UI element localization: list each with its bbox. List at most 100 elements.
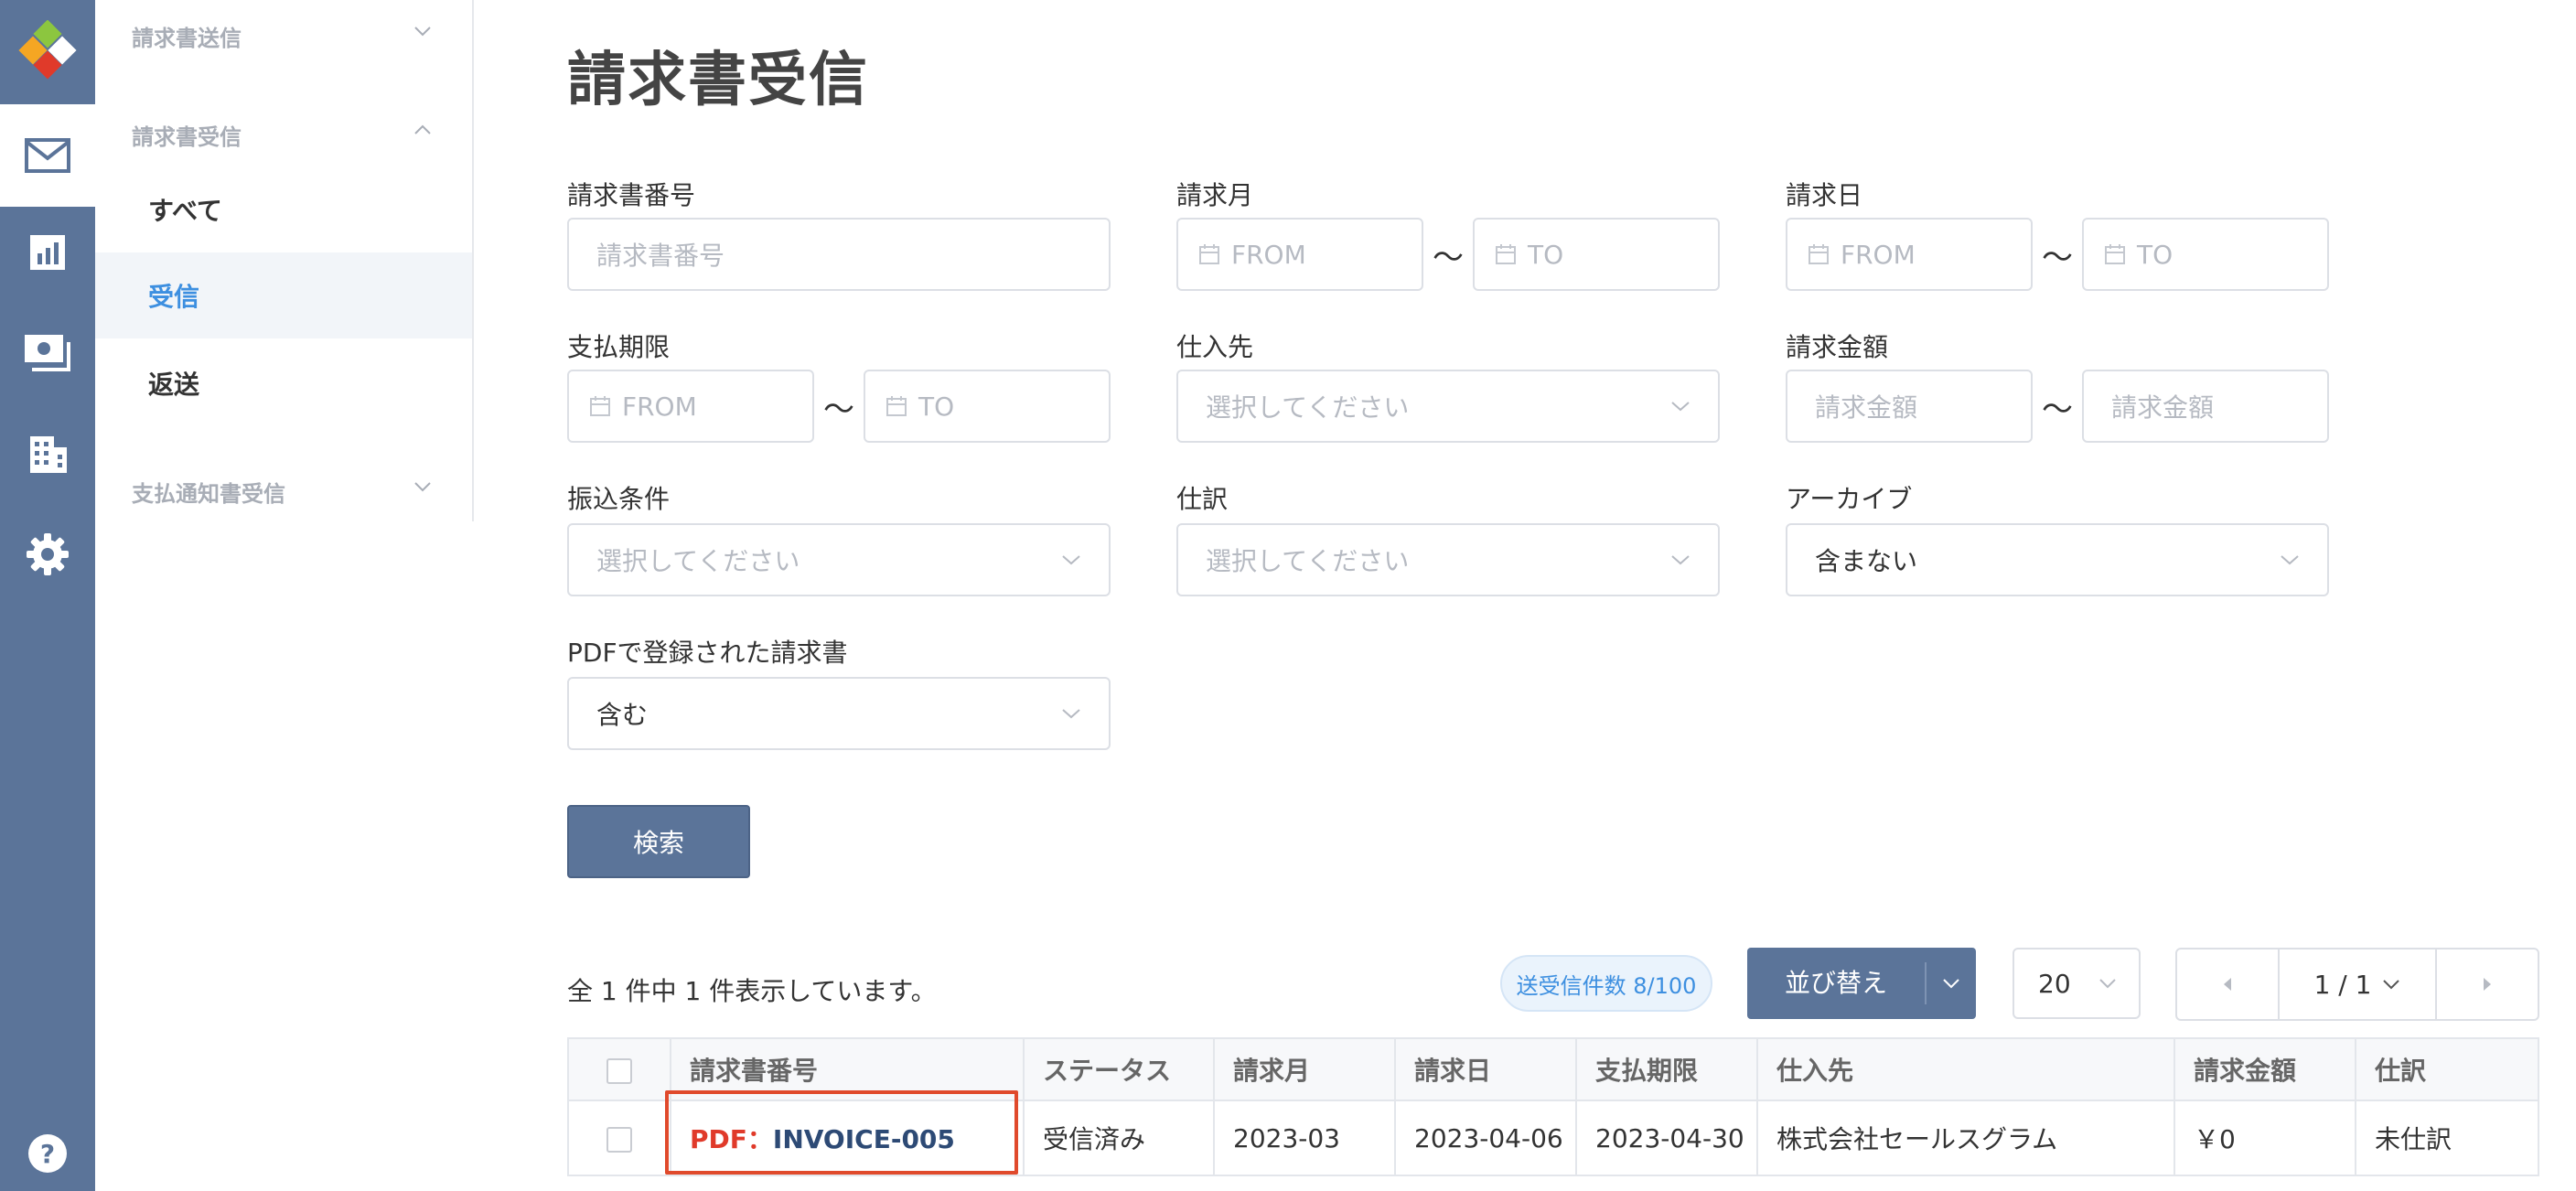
rail-payments[interactable]	[0, 307, 95, 399]
col-amount[interactable]: 請求金額	[2174, 1037, 2356, 1101]
chevron-down-icon	[1671, 402, 1690, 412]
col-supplier[interactable]: 仕入先	[1756, 1037, 2175, 1101]
rail-help[interactable]: ?	[0, 1116, 95, 1191]
calendar-icon	[590, 396, 610, 416]
transfer-select[interactable]: 選択してください	[567, 523, 1111, 596]
invoice-number-label: 請求書番号	[567, 180, 696, 210]
billing-month-cell: 2023-03	[1213, 1100, 1396, 1176]
page-select[interactable]: 1 / 1	[2278, 950, 2437, 1019]
row-select-cell	[567, 1100, 671, 1176]
select-all-checkbox[interactable]	[606, 1057, 632, 1084]
next-page-button[interactable]	[2437, 950, 2538, 1019]
calendar-icon	[1809, 244, 1829, 264]
archive-label: アーカイブ	[1786, 484, 1913, 514]
gear-icon	[27, 533, 69, 575]
journal-label: 仕訳	[1176, 484, 1229, 514]
rail-reports[interactable]	[0, 207, 95, 298]
result-count: 全 1 件中 1 件表示しています。	[567, 976, 937, 1006]
due-date-to[interactable]: TO	[864, 370, 1111, 443]
chevron-down-icon	[2281, 555, 2299, 565]
rail-settings[interactable]	[0, 509, 95, 600]
amount-from-input[interactable]: 請求金額	[1786, 370, 2033, 443]
sidebar-item-received[interactable]: 受信	[95, 252, 472, 338]
sidebar-item-returned[interactable]: 返送	[95, 340, 472, 426]
amount-to-input[interactable]: 請求金額	[2082, 370, 2329, 443]
invoice-number-input[interactable]: 請求書番号	[567, 218, 1111, 291]
journal-select-text: 選択してください	[1206, 546, 1410, 576]
chevron-down-icon	[2383, 980, 2400, 990]
supplier-select-text: 選択してください	[1206, 392, 1410, 423]
row-checkbox[interactable]	[606, 1126, 632, 1153]
transfer-select-text: 選択してください	[596, 546, 800, 576]
col-billing-month[interactable]: 請求月	[1213, 1037, 1396, 1101]
supplier-select[interactable]: 選択してください	[1176, 370, 1720, 443]
pdf-select-text: 含む	[596, 700, 649, 730]
col-journal[interactable]: 仕訳	[2355, 1037, 2539, 1101]
sort-caret[interactable]	[1927, 978, 1976, 989]
sidebar-item-all[interactable]: すべて	[95, 166, 472, 252]
pdf-select[interactable]: 含む	[567, 677, 1111, 750]
due-date-from[interactable]: FROM	[567, 370, 814, 443]
billing-date-from-text: FROM	[1841, 239, 1916, 270]
icon-rail: ?	[0, 0, 95, 1191]
sub-sidebar: 請求書送信 請求書受信 すべて 受信 返送 支払通知書受信	[95, 0, 474, 521]
archive-select[interactable]: 含まない	[1786, 523, 2329, 596]
search-button[interactable]: 検索	[567, 805, 750, 878]
billing-month-from[interactable]: FROM	[1176, 218, 1423, 291]
pagination: 1 / 1	[2175, 948, 2539, 1021]
billing-month-to[interactable]: TO	[1473, 218, 1720, 291]
billing-date-label: 請求日	[1786, 180, 1863, 210]
status-cell: 受信済み	[1023, 1100, 1215, 1176]
amount-cell: ￥0	[2174, 1100, 2356, 1176]
billing-month-to-text: TO	[1528, 239, 1564, 270]
chevron-down-icon	[2099, 979, 2116, 989]
billing-date-to[interactable]: TO	[2082, 218, 2329, 291]
page-title: 請求書受信	[567, 47, 869, 114]
money-icon	[25, 335, 70, 371]
due-date-cell: 2023-04-30	[1575, 1100, 1758, 1176]
due-date-to-text: TO	[918, 391, 955, 422]
col-invoice-number[interactable]: 請求書番号	[670, 1037, 1025, 1101]
range-separator: 〜	[1433, 240, 1464, 276]
chevron-up-icon[interactable]	[413, 124, 432, 135]
caret-left-icon	[2224, 978, 2231, 991]
sidebar-group-send[interactable]: 請求書送信	[132, 20, 242, 52]
mail-icon	[25, 138, 70, 173]
page-indicator: 1 / 1	[2313, 969, 2372, 1000]
svg-text:?: ?	[40, 1139, 55, 1169]
sidebar-group-receive[interactable]: 請求書受信	[132, 119, 242, 151]
prev-page-button[interactable]	[2177, 950, 2278, 1019]
due-date-label: 支払期限	[567, 332, 671, 362]
invoice-number-cell: PDF：INVOICE-005	[670, 1100, 1025, 1176]
sidebar-group-payment-notice[interactable]: 支払通知書受信	[132, 476, 285, 508]
sort-button[interactable]: 並び替え	[1747, 948, 1976, 1019]
send-receive-count-badge: 送受信件数 8/100	[1500, 955, 1712, 1012]
col-due-date[interactable]: 支払期限	[1575, 1037, 1758, 1101]
calendar-icon	[886, 396, 907, 416]
supplier-label: 仕入先	[1176, 332, 1254, 362]
journal-select[interactable]: 選択してください	[1176, 523, 1720, 596]
chevron-down-icon[interactable]	[413, 26, 432, 37]
chevron-down-icon	[1062, 709, 1080, 719]
app-logo[interactable]	[0, 0, 95, 104]
table-row: PDF：INVOICE-005 受信済み 2023-03 2023-04-06 …	[567, 1100, 2539, 1176]
rail-companies[interactable]	[0, 408, 95, 499]
invoice-table: 請求書番号 ステータス 請求月 請求日 支払期限 仕入先 請求金額 仕訳 PDF…	[567, 1037, 2539, 1176]
archive-select-text: 含まない	[1815, 546, 1918, 576]
invoice-link[interactable]: PDF：INVOICE-005	[690, 1124, 955, 1154]
billing-month-from-text: FROM	[1231, 239, 1306, 270]
per-page-value: 20	[2038, 968, 2071, 999]
pdf-prefix: PDF：	[690, 1124, 773, 1154]
billing-date-from[interactable]: FROM	[1786, 218, 2033, 291]
chevron-down-icon	[1671, 555, 1690, 565]
chevron-down-icon[interactable]	[413, 481, 432, 492]
col-billing-date[interactable]: 請求日	[1394, 1037, 1577, 1101]
table-header-row: 請求書番号 ステータス 請求月 請求日 支払期限 仕入先 請求金額 仕訳	[567, 1037, 2539, 1101]
range-separator: 〜	[2042, 240, 2073, 276]
select-all-cell	[567, 1037, 671, 1101]
per-page-select[interactable]: 20	[2012, 948, 2141, 1019]
rail-invoice-mail[interactable]	[0, 104, 95, 207]
col-status[interactable]: ステータス	[1023, 1037, 1215, 1101]
range-separator: 〜	[2042, 392, 2073, 428]
calendar-icon	[1496, 244, 1516, 264]
